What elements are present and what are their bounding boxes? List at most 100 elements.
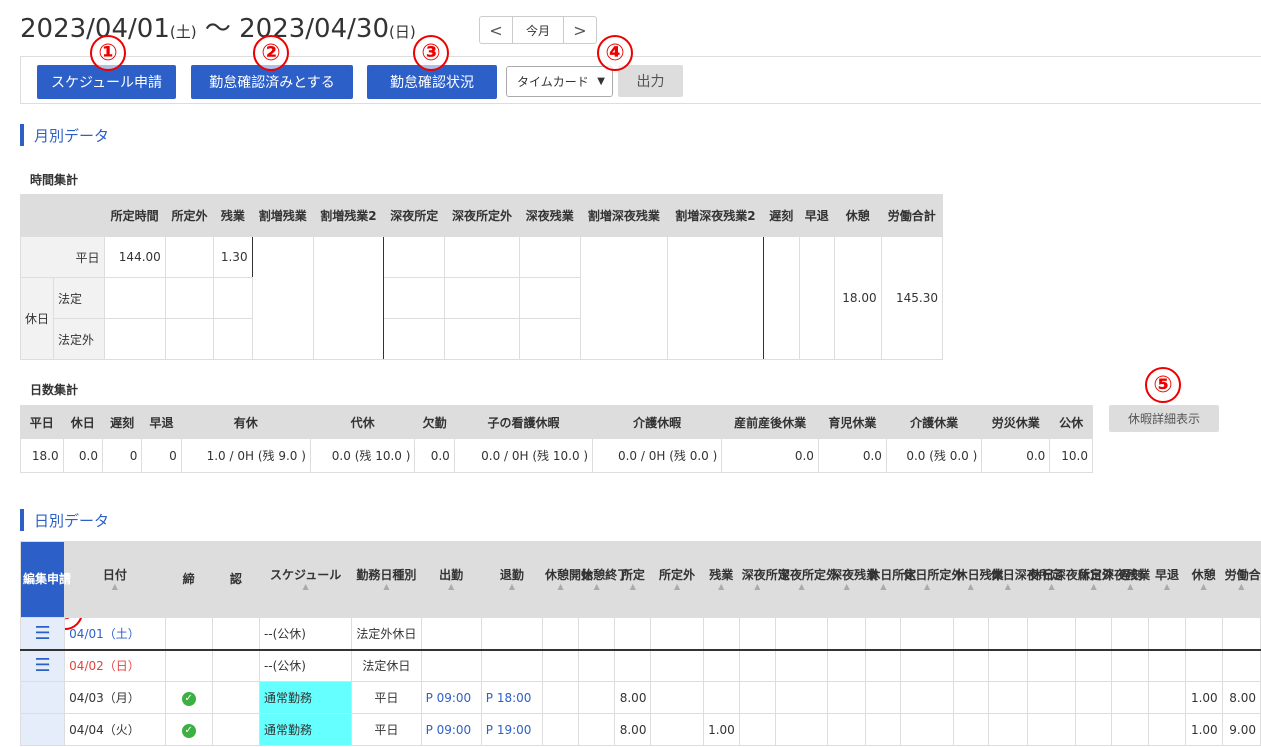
prev-month-button[interactable]: < xyxy=(480,17,512,43)
cell xyxy=(444,277,520,319)
row-clock-out[interactable]: P 19:00 xyxy=(480,713,544,746)
col-break[interactable]: 休憩 ▲ xyxy=(1184,541,1223,618)
cell xyxy=(518,318,581,360)
time-summary-table: 所定時間 所定外 残業 割増残業 割増残業2 深夜所定 深夜所定外 深夜残業 割… xyxy=(19,194,944,360)
hamburger-menu-icon[interactable]: ☰ xyxy=(35,623,51,644)
row-clock-in[interactable]: P 09:00 xyxy=(420,713,482,746)
check-icon: ✓ xyxy=(181,723,196,738)
cell xyxy=(518,277,581,319)
col-header: 平日 xyxy=(20,405,64,439)
row-daytype: 平日 xyxy=(351,713,422,746)
table-row: 04/04（火） ✓ 通常勤務 平日 P 09:00 P 19:00 8.00 … xyxy=(19,713,1261,746)
col-header: 産前産後休業 xyxy=(721,405,819,439)
day-summary-label: 日数集計 xyxy=(30,383,79,397)
row-daytype: 平日 xyxy=(351,681,422,714)
day-value: 0.0 / 0H (残 0.0 ) xyxy=(592,438,723,473)
col-date[interactable]: 日付 ▲ xyxy=(64,541,166,618)
start-dow: (土) xyxy=(169,23,197,41)
annotation-5: ⑤ xyxy=(1145,367,1181,403)
col-daytype[interactable]: 勤務日種別 ▲ xyxy=(351,541,422,618)
row-break: 1.00 xyxy=(1184,713,1223,746)
col-holiday-overtime[interactable]: 休日残業 ▲ xyxy=(952,541,1004,618)
row-label-holiday: 休日 xyxy=(19,277,55,360)
col-edit-request[interactable]: 編集申請 xyxy=(19,541,71,618)
cell xyxy=(798,236,835,360)
col-overtime[interactable]: 残業 ▲ xyxy=(702,541,740,618)
break-total: 18.00 xyxy=(833,236,882,360)
col-header: 早退 xyxy=(798,194,835,237)
row-date[interactable]: 04/02（日） xyxy=(64,648,166,682)
col-schedule[interactable]: スケジュール ▲ xyxy=(258,541,353,618)
annotation-1: ① xyxy=(90,35,126,71)
col-holiday-night-overtime[interactable]: 休日深夜残業 ▲ xyxy=(1075,541,1150,618)
col-early-leave[interactable]: 早退 ▲ xyxy=(1148,541,1186,618)
time-summary-label: 時間集計 xyxy=(30,173,79,187)
col-holiday-night-non-scheduled[interactable]: 休日深夜所定外 ▲ xyxy=(1026,541,1114,618)
col-scheduled[interactable]: 所定 ▲ xyxy=(614,541,652,618)
row-break: 1.00 xyxy=(1184,681,1223,714)
day-value: 0.0 xyxy=(817,438,887,473)
cell xyxy=(579,236,668,360)
row-date[interactable]: 04/01（土） xyxy=(64,617,166,650)
row-scheduled: 8.00 xyxy=(614,713,652,746)
cell xyxy=(518,236,581,278)
day-value: 0.0 xyxy=(62,438,103,473)
col-holiday-night-scheduled[interactable]: 休日深夜所定 ▲ xyxy=(987,541,1063,618)
col-night-non-scheduled[interactable]: 深夜所定外 ▲ xyxy=(774,541,838,618)
export-button[interactable]: 出力 xyxy=(618,65,683,97)
check-icon: ✓ xyxy=(181,691,196,706)
col-non-scheduled[interactable]: 所定外 ▲ xyxy=(650,541,704,618)
cell xyxy=(164,318,215,360)
row-overtime: 1.00 xyxy=(702,713,740,746)
col-closed: 締 xyxy=(164,541,213,618)
current-month-button[interactable]: 今月 xyxy=(512,17,564,43)
day-value: 0.0 xyxy=(414,438,455,473)
col-holiday-scheduled[interactable]: 休日所定 ▲ xyxy=(865,541,916,618)
row-clock-out[interactable]: P 18:00 xyxy=(480,681,544,714)
col-night-overtime[interactable]: 深夜残業 ▲ xyxy=(827,541,878,618)
weekday-overtime: 1.30 xyxy=(213,236,253,278)
col-header: 有休 xyxy=(180,405,311,439)
col-header: 介護休暇 xyxy=(592,405,723,439)
next-month-button[interactable]: > xyxy=(564,17,596,43)
day-value: 0.0 / 0H (残 10.0 ) xyxy=(453,438,594,473)
hamburger-menu-icon[interactable]: ☰ xyxy=(35,655,51,676)
col-break-end[interactable]: 休憩終了 ▲ xyxy=(578,541,629,618)
col-break-start[interactable]: 休憩開始 ▲ xyxy=(542,541,593,618)
cell xyxy=(164,236,215,278)
table-row: 04/03（月） ✓ 通常勤務 平日 P 09:00 P 18:00 8.00 … xyxy=(19,681,1261,714)
col-approved: 認 xyxy=(211,541,260,618)
format-select[interactable]: タイムカード ▼ xyxy=(506,66,613,97)
day-value: 10.0 xyxy=(1049,438,1093,473)
cell xyxy=(763,236,800,360)
row-clock-in[interactable]: P 09:00 xyxy=(420,681,482,714)
col-header: 子の看護休暇 xyxy=(453,405,594,439)
date-range-title: 2023/04/01(土) 〜 2023/04/30(日) xyxy=(20,8,416,45)
cell xyxy=(103,318,166,360)
caret-down-icon: ▼ xyxy=(597,76,605,87)
col-header: 労働合計 xyxy=(880,194,944,237)
col-holiday-non-scheduled[interactable]: 休日所定外 ▲ xyxy=(900,541,963,618)
col-night-scheduled[interactable]: 深夜所定 ▲ xyxy=(738,541,790,618)
day-value: 0.0 xyxy=(981,438,1051,473)
cell xyxy=(383,318,446,360)
row-date[interactable]: 04/04（火） xyxy=(64,713,166,746)
day-summary-table: 平日 休日 遅刻 早退 有休 代休 欠勤 子の看護休暇 介護休暇 産前産後休業 … xyxy=(20,405,1093,473)
table-row: ☰ 04/01（土） --(公休) 法定外休日 xyxy=(19,617,1261,650)
col-header: 割増深夜残業2 xyxy=(666,194,765,237)
row-date[interactable]: 04/03（月） xyxy=(64,681,166,714)
col-work-total[interactable]: 労働合計▲ xyxy=(1221,541,1261,618)
col-header: 育児休業 xyxy=(817,405,887,439)
day-value: 1.0 / 0H (残 9.0 ) xyxy=(180,438,311,473)
row-overtime xyxy=(702,681,740,714)
leave-detail-button[interactable]: 休暇詳細表示 xyxy=(1109,405,1219,432)
col-header: 遅刻 xyxy=(763,194,800,237)
col-clock-in[interactable]: 出勤 ▲ xyxy=(420,541,482,618)
row-work-total: 9.00 xyxy=(1221,713,1261,746)
col-header: 労災休業 xyxy=(981,405,1051,439)
col-header: 欠勤 xyxy=(414,405,455,439)
col-header: 介護休業 xyxy=(885,405,983,439)
daily-table: 編集申請 日付 ▲ 締 認 スケジュール ▲ 勤務日種別 ▲ 出勤 ▲ 退勤 ▲ 休憩開始… xyxy=(19,541,1261,746)
col-clock-out[interactable]: 退勤 ▲ xyxy=(480,541,544,618)
cell xyxy=(103,277,166,319)
